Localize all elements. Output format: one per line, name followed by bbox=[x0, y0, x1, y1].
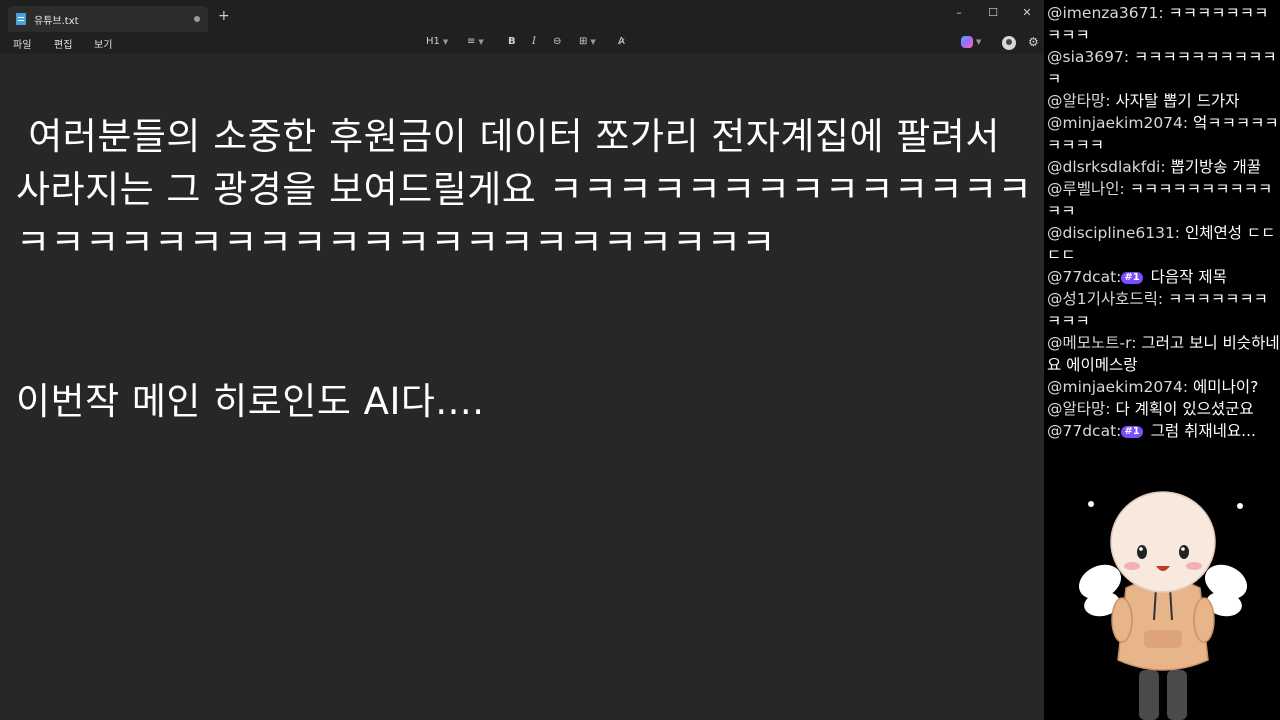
unsaved-indicator-icon[interactable] bbox=[194, 16, 200, 22]
chat-message: @imenza3671: ㅋㅋㅋㅋㅋㅋㅋㅋㅋㅋ bbox=[1044, 2, 1280, 46]
heading-label: H1 bbox=[426, 36, 440, 47]
right-leg bbox=[1167, 670, 1187, 720]
chevron-down-icon: ▼ bbox=[590, 37, 596, 46]
menu-file[interactable]: 파일 bbox=[13, 36, 31, 51]
chat-text: 에미나이? bbox=[1188, 378, 1259, 396]
tab-title: 유튜브.txt bbox=[34, 15, 79, 27]
document-tab[interactable]: 유튜브.txt bbox=[8, 6, 208, 32]
chat-username[interactable]: @dlsrksdlakfdi: bbox=[1047, 158, 1166, 176]
account-button[interactable] bbox=[1002, 36, 1016, 50]
sparkle-icon bbox=[1088, 501, 1094, 507]
chat-username[interactable]: @루벨나인: bbox=[1047, 180, 1125, 198]
chat-message: @메모노트-r: 그러고 보니 비슷하네요 에이메스랑 bbox=[1044, 332, 1280, 376]
left-leg bbox=[1139, 670, 1159, 720]
window-controls: – ☐ ✕ bbox=[942, 0, 1044, 24]
chat-username[interactable]: @discipline6131: bbox=[1047, 224, 1180, 242]
avatar-head bbox=[1110, 491, 1216, 593]
chat-username[interactable]: @77dcat: bbox=[1047, 268, 1121, 286]
copilot-icon bbox=[961, 36, 973, 48]
chat-message: @성1기사호드릭: ㅋㅋㅋㅋㅋㅋㅋㅋㅋㅋ bbox=[1044, 288, 1280, 332]
copilot-dropdown[interactable]: ▼ bbox=[961, 36, 981, 48]
title-bar: 유튜브.txt + – ☐ ✕ bbox=[0, 0, 1044, 32]
left-eye bbox=[1137, 545, 1147, 559]
chevron-down-icon: ▼ bbox=[478, 37, 484, 46]
link-button[interactable]: ⊖ bbox=[553, 36, 561, 47]
list-icon: ≡ bbox=[467, 36, 476, 47]
chat-username[interactable]: @minjaekim2074: bbox=[1047, 114, 1188, 132]
heading-dropdown[interactable]: H1 ▼ bbox=[426, 36, 448, 47]
settings-button[interactable]: ⚙ bbox=[1028, 35, 1039, 49]
chat-username[interactable]: @메모노트-r: bbox=[1047, 334, 1136, 352]
chat-username[interactable]: @알타망: bbox=[1047, 92, 1111, 110]
chat-message: @sia3697: ㅋㅋㅋㅋㅋㅋㅋㅋㅋㅋㅋ bbox=[1044, 46, 1280, 90]
chat-message: @minjaekim2074: 엌ㅋㅋㅋㅋㅋㅋㅋㅋㅋ bbox=[1044, 112, 1280, 156]
editor-content[interactable]: 여러분들의 소중한 후원금이 데이터 쪼가리 전자계집에 팔려서 사라지는 그 … bbox=[16, 110, 1036, 428]
bold-button[interactable]: B bbox=[508, 36, 516, 47]
right-blush bbox=[1186, 562, 1202, 570]
chat-message: @minjaekim2074: 에미나이? bbox=[1044, 376, 1280, 398]
chat-message: @77dcat: #1 그럼 취재네요... bbox=[1044, 420, 1280, 442]
table-dropdown[interactable]: ⊞ ▼ bbox=[579, 36, 596, 47]
supporter-badge: #1 bbox=[1121, 426, 1143, 438]
minimize-button[interactable]: – bbox=[942, 0, 976, 24]
chat-username[interactable]: @성1기사호드릭: bbox=[1047, 290, 1163, 308]
chat-text: 사자탈 뽑기 드가자 bbox=[1110, 92, 1240, 110]
chat-text: 다음작 제목 bbox=[1145, 268, 1227, 286]
sparkle-icon bbox=[1237, 503, 1243, 509]
chat-username[interactable]: @imenza3671: bbox=[1047, 4, 1164, 22]
supporter-badge: #1 bbox=[1121, 272, 1143, 284]
menu-edit[interactable]: 편집 bbox=[54, 36, 72, 51]
chat-username[interactable]: @sia3697: bbox=[1047, 48, 1129, 66]
chat-message: @discipline6131: 인체연성 ㄷㄷㄷㄷ bbox=[1044, 222, 1280, 266]
left-arm bbox=[1111, 597, 1133, 643]
clear-formatting-button[interactable]: A̷ bbox=[618, 36, 625, 47]
new-tab-button[interactable]: + bbox=[218, 9, 230, 23]
chat-message: @77dcat: #1 다음작 제목 bbox=[1044, 266, 1280, 288]
chat-message: @dlsrksdlakfdi: 뽑기방송 개꿀 bbox=[1044, 156, 1280, 178]
chat-text: 다 계획이 있으셨군요 bbox=[1110, 400, 1254, 418]
right-arm bbox=[1193, 597, 1215, 643]
chat-username[interactable]: @minjaekim2074: bbox=[1047, 378, 1188, 396]
chat-username[interactable]: @알타망: bbox=[1047, 400, 1111, 418]
live-chat: @imenza3671: ㅋㅋㅋㅋㅋㅋㅋㅋㅋㅋ @sia3697: ㅋㅋㅋㅋㅋㅋㅋ… bbox=[1044, 0, 1280, 470]
list-dropdown[interactable]: ≡ ▼ bbox=[467, 36, 484, 47]
chat-text: 뽑기방송 개꿀 bbox=[1165, 158, 1262, 176]
close-button[interactable]: ✕ bbox=[1010, 0, 1044, 24]
profile-icon bbox=[1002, 36, 1016, 50]
left-blush bbox=[1124, 562, 1140, 570]
chat-username[interactable]: @77dcat: bbox=[1047, 422, 1121, 440]
notepad-icon bbox=[16, 13, 26, 25]
menu-view[interactable]: 보기 bbox=[94, 36, 112, 51]
chat-text: 그럼 취재네요... bbox=[1145, 422, 1256, 440]
maximize-button[interactable]: ☐ bbox=[976, 0, 1010, 24]
chevron-down-icon: ▼ bbox=[976, 38, 982, 46]
right-eye bbox=[1179, 545, 1189, 559]
avatar-illustration bbox=[1078, 491, 1248, 720]
chevron-down-icon: ▼ bbox=[442, 37, 449, 46]
chat-message: @알타망: 다 계획이 있으셨군요 bbox=[1044, 398, 1280, 420]
chat-message: @알타망: 사자탈 뽑기 드가자 bbox=[1044, 90, 1280, 112]
italic-button[interactable]: I bbox=[532, 36, 536, 47]
text-editor[interactable]: 여러분들의 소중한 후원금이 데이터 쪼가리 전자계집에 팔려서 사라지는 그 … bbox=[0, 54, 1044, 720]
notepad-window: 유튜브.txt + – ☐ ✕ 파일 편집 보기 H1 ▼ ≡ ▼ B I ⊖ … bbox=[0, 0, 1044, 720]
hoodie-pocket bbox=[1144, 630, 1182, 648]
streamer-avatar bbox=[1044, 470, 1280, 720]
menu-bar: 파일 편집 보기 H1 ▼ ≡ ▼ B I ⊖ ⊞ ▼ A̷ ▼ ⚙ bbox=[0, 32, 1044, 54]
table-icon: ⊞ bbox=[579, 36, 588, 47]
chat-message: @루벨나인: ㅋㅋㅋㅋㅋㅋㅋㅋㅋㅋㅋㅋ bbox=[1044, 178, 1280, 222]
